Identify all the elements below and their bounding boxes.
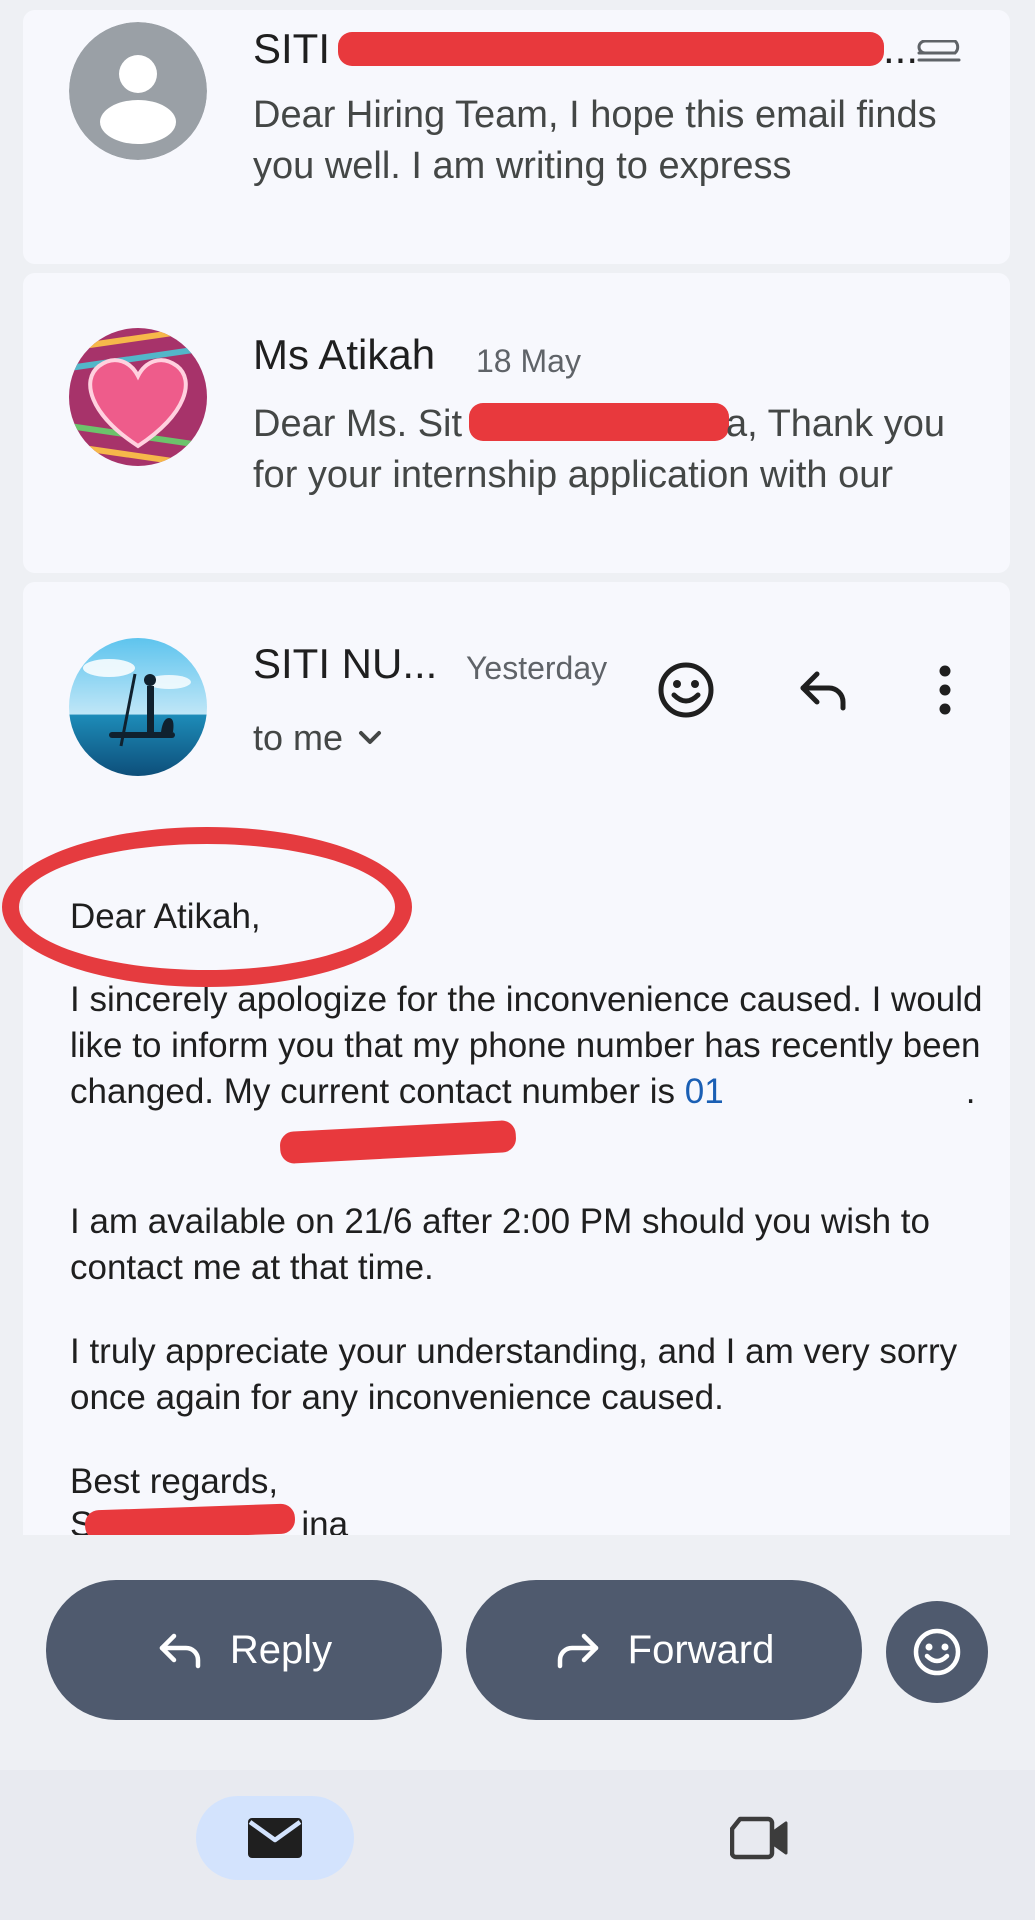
reply-label: Reply xyxy=(229,1627,333,1672)
heart-avatar-icon xyxy=(69,328,207,466)
mail-icon xyxy=(248,1818,302,1858)
email-thread: SITI ... Dear Hiring Team, I hope this e… xyxy=(0,0,1035,1541)
closing: Best regards, xyxy=(70,1462,279,1501)
collapsed-message-2[interactable]: Ms Atikah 18 May Dear Ms. Sit a, Thank y… xyxy=(23,273,1010,573)
forward-button[interactable]: Forward xyxy=(466,1580,862,1720)
attachment-icon xyxy=(915,40,967,66)
redaction-mark xyxy=(338,32,884,66)
sender-name: Ms Atikah xyxy=(253,331,436,378)
message-action-bar: Reply Forward xyxy=(0,1535,1035,1770)
snippet-start: Dear Ms. Sit xyxy=(253,403,463,445)
add-reaction-icon[interactable] xyxy=(656,660,716,720)
avatar[interactable] xyxy=(69,638,207,776)
snippet-mid: a, Thank you xyxy=(726,403,946,445)
body-paragraph-3: I truly appreciate your understanding, a… xyxy=(70,1332,958,1417)
collapsed-message-1[interactable]: SITI ... Dear Hiring Team, I hope this e… xyxy=(23,10,1010,264)
phone-number-link[interactable]: 01 xyxy=(685,1072,724,1111)
recipient-label: to me xyxy=(253,717,344,758)
paragraph-end: . xyxy=(965,1072,976,1111)
redaction-mark xyxy=(279,1119,517,1165)
forward-label: Forward xyxy=(627,1627,775,1672)
avatar xyxy=(69,328,207,466)
nav-meet-tab[interactable] xyxy=(720,1808,800,1868)
snippet-end: for your internship application with our xyxy=(253,454,894,496)
video-camera-icon xyxy=(730,1816,788,1860)
sender-ellipsis: ... xyxy=(883,25,919,72)
sender-name: SITI xyxy=(253,25,331,72)
message-date: Yesterday xyxy=(466,650,608,686)
paddleboard-photo-icon xyxy=(69,638,207,776)
sender-name: SITI NU... xyxy=(253,640,438,687)
add-reaction-button[interactable] xyxy=(886,1601,988,1703)
more-options-icon[interactable] xyxy=(930,662,960,718)
body-paragraph-1: I sincerely apologize for the inconvenie… xyxy=(70,977,1000,1115)
forward-icon xyxy=(557,1633,598,1669)
avatar xyxy=(69,22,207,160)
redaction-mark xyxy=(469,403,729,441)
reply-icon xyxy=(159,1633,201,1669)
highlight-circle xyxy=(2,827,412,987)
chevron-down-icon xyxy=(359,731,382,744)
recipient-details-toggle[interactable]: to me xyxy=(253,717,383,759)
reply-icon[interactable] xyxy=(795,662,851,718)
reply-button[interactable]: Reply xyxy=(46,1580,442,1720)
bottom-navigation xyxy=(0,1770,1035,1920)
paragraph-text: I sincerely apologize for the inconvenie… xyxy=(70,980,983,1111)
smiley-icon xyxy=(913,1628,961,1676)
open-message: SITI NU... Yesterday to me Dear Atikah, … xyxy=(23,582,1010,1541)
signature-end: ina xyxy=(301,1505,349,1535)
message-date: 18 May xyxy=(476,343,581,379)
nav-mail-tab[interactable] xyxy=(196,1796,354,1880)
message-snippet: Dear Hiring Team, I hope this email find… xyxy=(253,94,937,187)
person-icon xyxy=(69,22,207,160)
body-paragraph-2: I am available on 21/6 after 2:00 PM sho… xyxy=(70,1202,930,1287)
